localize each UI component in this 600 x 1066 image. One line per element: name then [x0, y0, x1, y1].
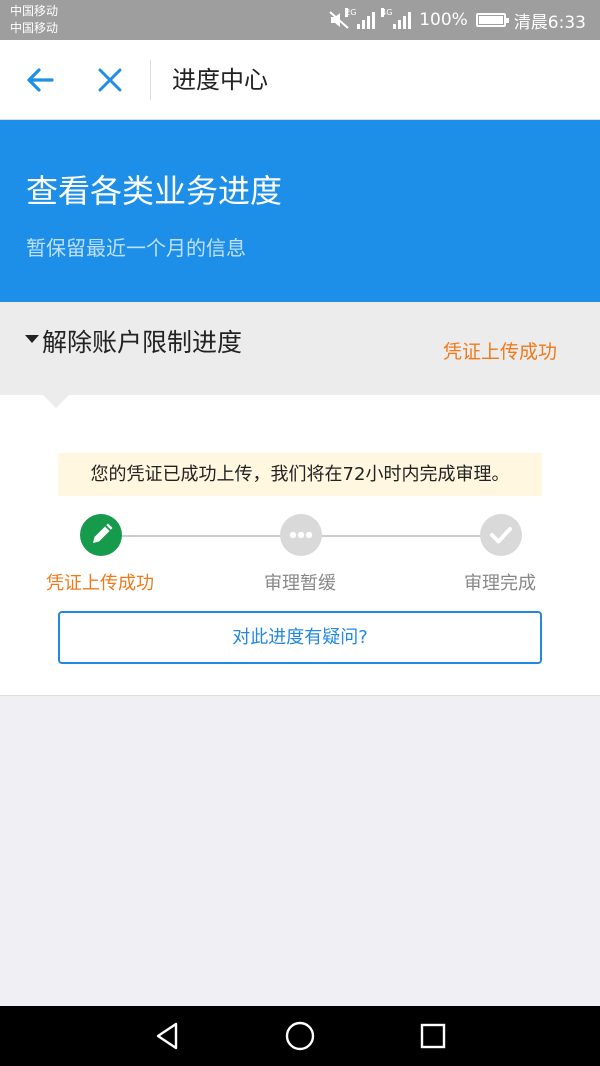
step-label-completed: 审理完成 — [464, 573, 536, 594]
question-button[interactable]: 对此进度有疑问? — [58, 611, 542, 664]
home-circle-icon[interactable] — [284, 1020, 316, 1052]
section-pointer — [42, 394, 70, 408]
section-title[interactable]: 解除账户限制进度 — [42, 323, 242, 359]
section-status: 凭证上传成功 — [442, 341, 557, 363]
nav-bar: 进度中心 — [0, 40, 600, 120]
caret-down-icon[interactable] — [25, 335, 39, 343]
network-label-2: 4G — [381, 8, 393, 17]
close-icon[interactable] — [92, 62, 128, 98]
battery-icon — [475, 13, 509, 27]
network-label-1: 2G — [345, 8, 357, 17]
status-indicators: 2G 4G 100% 清晨6:33 — [329, 0, 586, 40]
step-label-suspended: 审理暂缓 — [264, 573, 336, 594]
battery-percent: 100% — [419, 10, 468, 30]
system-nav-bar — [0, 1006, 600, 1066]
carrier-1: 中国移动 — [10, 4, 59, 18]
step-label-uploaded: 凭证上传成功 — [46, 573, 154, 594]
dots-icon — [280, 514, 322, 556]
header-banner: 查看各类业务进度 暂保留最近一个月的信息 — [0, 120, 600, 302]
carrier-2: 中国移动 — [10, 21, 59, 35]
nav-divider — [150, 60, 151, 100]
carrier-labels: 中国移动 中国移动 — [10, 3, 58, 37]
status-bar: 中国移动 中国移动 2G 4G 100% 清晨6:33 — [0, 0, 600, 40]
signal-icon-2: 4G — [381, 8, 412, 29]
signal-icon: 2G — [345, 8, 376, 29]
check-icon — [480, 514, 522, 556]
progress-notice: 您的凭证已成功上传，我们将在72小时内完成审理。 — [58, 453, 542, 496]
banner-subtitle: 暂保留最近一个月的信息 — [26, 236, 246, 260]
page-title: 进度中心 — [172, 66, 268, 94]
clock: 清晨6:33 — [513, 12, 586, 33]
pencil-icon — [80, 514, 122, 556]
back-triangle-icon[interactable] — [152, 1020, 184, 1052]
back-arrow-icon[interactable] — [22, 62, 58, 98]
banner-title: 查看各类业务进度 — [26, 172, 283, 210]
recent-square-icon[interactable] — [417, 1020, 449, 1052]
